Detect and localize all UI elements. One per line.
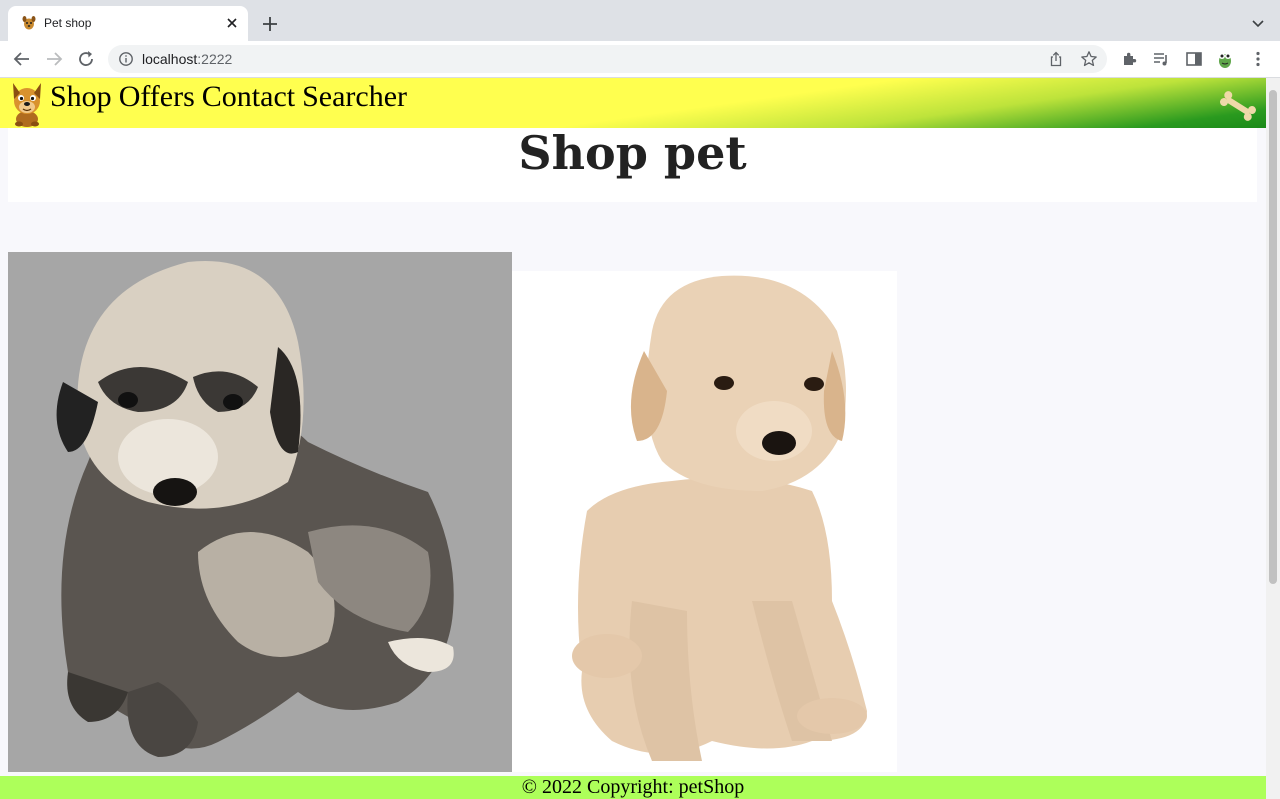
- url-port: :2222: [197, 51, 233, 67]
- chevron-down-icon[interactable]: [1250, 15, 1266, 31]
- extensions-puzzle-icon[interactable]: [1120, 49, 1140, 69]
- share-icon[interactable]: [1048, 51, 1064, 67]
- browser-tab-strip: Pet shop: [0, 0, 1280, 41]
- copyright-text: © 2022 Copyright: petShop: [521, 776, 745, 798]
- nav-link-shop[interactable]: Shop: [50, 79, 112, 115]
- reload-icon[interactable]: [76, 49, 96, 69]
- dog-favicon-icon: [22, 16, 36, 30]
- browser-toolbar: localhost:2222: [0, 41, 1280, 78]
- new-tab-icon[interactable]: [260, 14, 280, 34]
- close-tab-icon[interactable]: [224, 15, 240, 31]
- scrollbar-thumb[interactable]: [1269, 90, 1277, 584]
- page-scrollbar[interactable]: [1266, 78, 1280, 799]
- page-footer: © 2022 Copyright: petShop: [0, 776, 1266, 799]
- address-bar[interactable]: localhost:2222: [108, 45, 1107, 73]
- site-navbar: Shop Offers Contact Searcher: [0, 78, 1266, 128]
- title-box: Shop pet: [8, 126, 1257, 202]
- browser-menu-icon[interactable]: [1248, 49, 1268, 69]
- nav-links: Shop Offers Contact Searcher: [50, 79, 407, 115]
- bone-icon: [1220, 91, 1256, 121]
- side-panel-icon[interactable]: [1184, 49, 1204, 69]
- apricot-puppy-image: [572, 275, 867, 761]
- page-title: Shop pet: [518, 126, 747, 180]
- cartoon-dog-logo-icon[interactable]: [7, 79, 47, 127]
- bookmark-star-icon[interactable]: [1080, 50, 1098, 68]
- tab-title: Pet shop: [44, 16, 92, 30]
- url-host: localhost: [142, 51, 198, 67]
- profile-avatar-icon[interactable]: [1214, 48, 1236, 70]
- media-queue-icon[interactable]: [1151, 49, 1171, 69]
- nav-link-offers[interactable]: Offers: [119, 79, 195, 115]
- pet-photo-2[interactable]: [512, 271, 897, 772]
- dark-puppy-image: [56, 261, 454, 757]
- browser-tab[interactable]: Pet shop: [8, 6, 248, 41]
- back-arrow-icon[interactable]: [12, 49, 32, 69]
- forward-arrow-icon[interactable]: [44, 49, 64, 69]
- info-icon[interactable]: [118, 51, 134, 67]
- page-viewport: Shop Offers Contact Searcher Shop pet © …: [0, 78, 1266, 799]
- nav-link-searcher[interactable]: Searcher: [302, 79, 407, 115]
- pet-photo-1[interactable]: [8, 252, 512, 772]
- url-text[interactable]: localhost:2222: [142, 51, 232, 67]
- nav-link-contact[interactable]: Contact: [202, 79, 295, 115]
